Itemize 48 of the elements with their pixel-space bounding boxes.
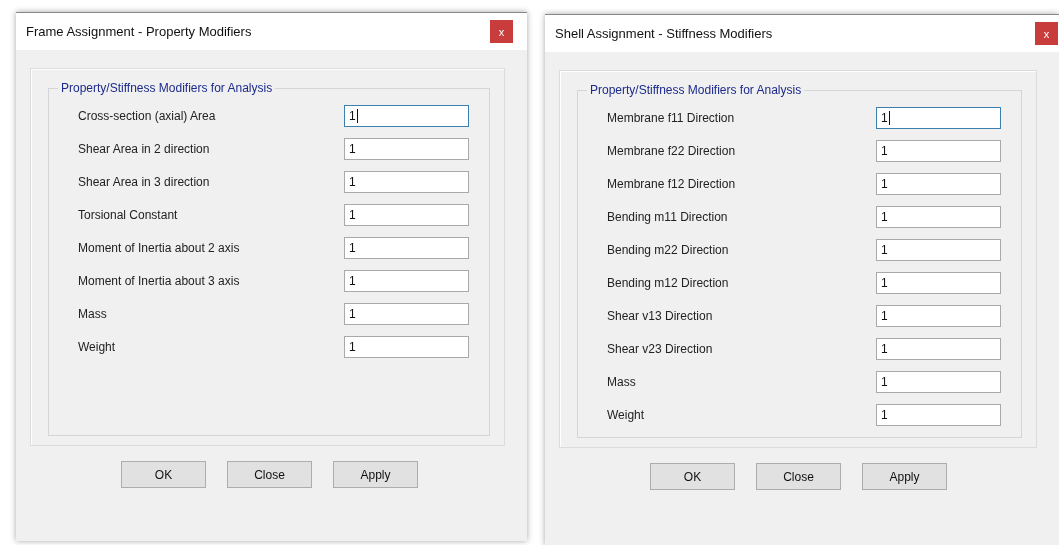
input-field[interactable]: 1 <box>876 206 1001 228</box>
dialog-button[interactable]: Apply <box>862 463 947 490</box>
group-title: Property/Stiffness Modifiers for Analysis <box>58 81 276 95</box>
window-x-button[interactable]: x <box>1035 22 1058 45</box>
field-label: Mass <box>78 307 107 321</box>
input-field[interactable]: 1 <box>344 171 469 193</box>
field-label: Moment of Inertia about 2 axis <box>78 241 240 255</box>
field-label: Mass <box>607 375 636 389</box>
field-label: Membrane f11 Direction <box>607 111 735 125</box>
field-label: Shear Area in 3 direction <box>78 175 210 189</box>
field-label: Shear v23 Direction <box>607 342 713 356</box>
input-field[interactable]: 1 <box>344 105 469 127</box>
input-field[interactable]: 1 <box>876 338 1001 360</box>
input-field[interactable]: 1 <box>344 138 469 160</box>
dialog-button[interactable]: Close <box>756 463 841 490</box>
field-label: Bending m22 Direction <box>607 243 729 257</box>
dialog-button[interactable]: Close <box>227 461 312 488</box>
field-label: Weight <box>78 340 116 354</box>
input-field[interactable]: 1 <box>876 107 1001 129</box>
input-field[interactable]: 1 <box>876 140 1001 162</box>
dialog-button[interactable]: OK <box>650 463 735 490</box>
field-label: Torsional Constant <box>78 208 178 222</box>
input-field[interactable]: 1 <box>876 371 1001 393</box>
input-field[interactable]: 1 <box>344 336 469 358</box>
input-field[interactable]: 1 <box>876 272 1001 294</box>
window-x-button[interactable]: x <box>490 20 513 43</box>
dialog-button[interactable]: OK <box>121 461 206 488</box>
field-label: Cross-section (axial) Area <box>78 109 216 123</box>
input-field[interactable]: 1 <box>344 204 469 226</box>
input-field[interactable]: 1 <box>876 404 1001 426</box>
input-field[interactable]: 1 <box>876 239 1001 261</box>
input-field[interactable]: 1 <box>344 303 469 325</box>
input-field[interactable]: 1 <box>876 173 1001 195</box>
input-field[interactable]: 1 <box>344 270 469 292</box>
field-label: Moment of Inertia about 3 axis <box>78 274 240 288</box>
field-label: Shear v13 Direction <box>607 309 713 323</box>
input-field[interactable]: 1 <box>344 237 469 259</box>
dialog-button[interactable]: Apply <box>333 461 418 488</box>
input-field[interactable]: 1 <box>876 305 1001 327</box>
field-label: Membrane f22 Direction <box>607 144 736 158</box>
field-label: Shear Area in 2 direction <box>78 142 210 156</box>
window-title: Shell Assignment - Stiffness Modifiers <box>555 26 773 41</box>
field-label: Membrane f12 Direction <box>607 177 736 191</box>
field-label: Bending m11 Direction <box>607 210 728 224</box>
field-label: Bending m12 Direction <box>607 276 729 290</box>
window-title: Frame Assignment - Property Modifiers <box>26 24 252 39</box>
group-title: Property/Stiffness Modifiers for Analysis <box>587 83 805 97</box>
field-label: Weight <box>607 408 645 422</box>
